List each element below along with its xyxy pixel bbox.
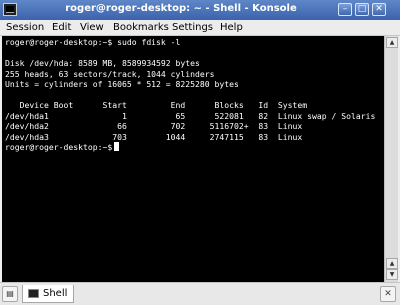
- tab-shell[interactable]: Shell: [22, 285, 74, 303]
- scroll-up-icon[interactable]: ▲: [386, 37, 398, 48]
- close-tab-icon[interactable]: ✕: [380, 286, 396, 302]
- konsole-app-icon[interactable]: [3, 3, 17, 16]
- menubar: Session Edit View Bookmarks Settings Hel…: [0, 20, 400, 36]
- terminal-prompt-line: roger@roger-desktop:~$: [5, 142, 381, 153]
- terminal-line: 255 heads, 63 sectors/track, 1044 cylind…: [5, 68, 215, 79]
- tab-bar: ▤ Shell ✕: [0, 282, 400, 305]
- close-window-icon[interactable]: ✕: [372, 3, 386, 16]
- terminal-line: /dev/hda1 1 65 522081 82 Linux swap / So…: [5, 110, 376, 121]
- scroll-down-icon[interactable]: ▼: [386, 269, 398, 280]
- terminal-line: /dev/hda2 66 702 5116702+ 83 Linux: [5, 121, 303, 131]
- terminal-prompt: roger@roger-desktop:~$: [5, 142, 113, 152]
- terminal-output[interactable]: roger@roger-desktop:~$ sudo fdisk -l Dis…: [2, 36, 384, 282]
- terminal-line: roger@roger-desktop:~$ sudo fdisk -l: [5, 37, 181, 47]
- maximize-icon[interactable]: □: [355, 3, 369, 16]
- menu-help[interactable]: Help: [220, 22, 243, 33]
- menu-session[interactable]: Session: [6, 22, 44, 33]
- menu-bookmarks[interactable]: Bookmarks: [113, 22, 169, 33]
- new-tab-icon[interactable]: ▤: [2, 286, 18, 302]
- terminal-icon: [28, 289, 39, 298]
- tab-label: Shell: [43, 288, 68, 299]
- terminal-line: Disk /dev/hda: 8589 MB, 8589934592 bytes: [5, 58, 200, 68]
- text-cursor: [114, 142, 120, 151]
- scroll-up-icon[interactable]: ▲: [386, 258, 398, 269]
- terminal-line: Units = cylinders of 16065 * 512 = 82252…: [5, 79, 239, 89]
- menu-settings[interactable]: Settings: [172, 22, 213, 33]
- terminal-line: /dev/hda3 703 1044 2747115 83 Linux: [5, 131, 303, 142]
- menu-view[interactable]: View: [80, 22, 104, 33]
- window-titlebar[interactable]: roger@roger-desktop: ~ - Shell - Konsole…: [0, 0, 400, 20]
- terminal-scrollbar[interactable]: ▲ ▲ ▼: [384, 36, 398, 282]
- minimize-icon[interactable]: –: [338, 3, 352, 16]
- menu-edit[interactable]: Edit: [52, 22, 71, 33]
- terminal-line: Device Boot Start End Blocks Id System: [5, 100, 308, 110]
- window-title: roger@roger-desktop: ~ - Shell - Konsole: [65, 3, 297, 14]
